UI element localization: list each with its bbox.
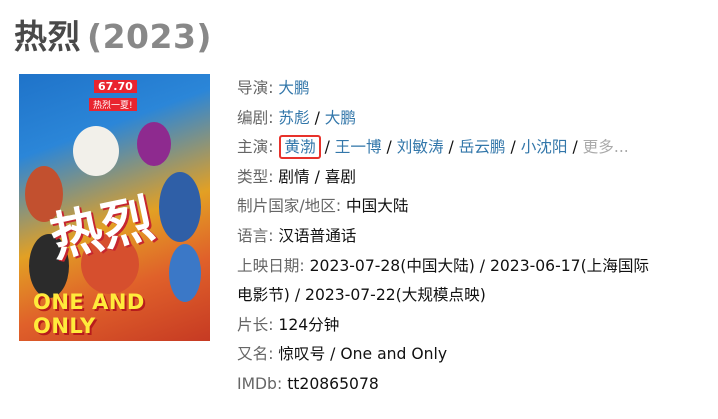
genre-row: 类型: 剧情 / 喜剧 — [237, 167, 356, 186]
aka-label: 又名 — [237, 345, 269, 364]
writer-link[interactable]: 大鹏 — [325, 109, 356, 127]
release-value-cont: 电影节) / 2023-07-22(大规模点映) — [237, 286, 486, 305]
poster-figure — [73, 126, 119, 176]
cast-link[interactable]: 小沈阳 — [521, 138, 568, 156]
country-row: 制片国家/地区: 中国大陆 — [237, 197, 409, 216]
movie-poster[interactable]: 67.70 热烈一夏! 热烈 ONE AND ONLY — [19, 74, 210, 341]
highlight-box: 黄渤 — [279, 135, 321, 160]
writer-row: 编剧: 苏彪 / 大鹏 — [237, 108, 356, 127]
cast-more-link[interactable]: 更多... — [583, 138, 629, 156]
language-label: 语言 — [237, 226, 269, 245]
cast-row: 主演: 黄渤 / 王一博 / 刘敏涛 / 岳云鹏 / 小沈阳 / 更多... — [237, 133, 649, 163]
movie-year: (2023) — [87, 17, 213, 56]
language-row: 语言: 汉语普通话 — [237, 226, 357, 245]
runtime-value: 124分钟 — [278, 315, 340, 334]
release-row-cont: 电影节) / 2023-07-22(大规模点映) — [237, 281, 649, 311]
imdb-row: IMDb: tt20865078 — [237, 374, 379, 393]
imdb-value: tt20865078 — [287, 374, 379, 393]
cast-label: 主演 — [237, 138, 269, 157]
release-label: 上映日期 — [237, 256, 300, 275]
runtime-row: 片长: 124分钟 — [237, 315, 340, 334]
cast-link[interactable]: 王一博 — [335, 138, 382, 156]
poster-tag: 67.70 — [94, 80, 137, 93]
release-row: 上映日期: 2023-07-28(中国大陆) / 2023-06-17(上海国际 — [237, 256, 650, 275]
cast-link[interactable]: 黄渤 — [284, 138, 315, 156]
language-value: 汉语普通话 — [278, 226, 357, 245]
page-title: 热烈 (2023) — [14, 10, 212, 58]
country-value: 中国大陆 — [346, 197, 409, 216]
poster-figure — [137, 122, 171, 166]
director-row: 导演: 大鹏 — [237, 79, 310, 97]
writer-label: 编剧 — [237, 108, 269, 127]
imdb-label: IMDb — [237, 374, 277, 393]
director-label: 导演 — [237, 79, 269, 97]
poster-figure — [159, 172, 201, 242]
movie-title: 热烈 — [14, 17, 81, 56]
director-link[interactable]: 大鹏 — [278, 79, 309, 97]
poster-tagline: 热烈一夏! — [89, 98, 137, 111]
aka-row: 又名: 惊叹号 / One and Only — [237, 345, 448, 364]
country-label: 制片国家/地区 — [237, 197, 336, 216]
cast-link[interactable]: 刘敏涛 — [397, 138, 444, 156]
writer-link[interactable]: 苏彪 — [278, 109, 309, 127]
cast-link[interactable]: 岳云鹏 — [459, 138, 506, 156]
runtime-label: 片长 — [237, 315, 269, 334]
genre-value: 喜剧 — [324, 167, 356, 186]
movie-info: 导演: 大鹏 编剧: 苏彪 / 大鹏 主演: 黄渤 / 王一博 / 刘敏涛 / … — [237, 74, 649, 400]
genre-value: 剧情 — [278, 167, 310, 186]
aka-value: 惊叹号 / One and Only — [278, 345, 448, 364]
release-value: 2023-07-28(中国大陆) / 2023-06-17(上海国际 — [309, 256, 650, 275]
genre-label: 类型 — [237, 167, 269, 186]
poster-en-title: ONE AND ONLY — [33, 290, 145, 338]
